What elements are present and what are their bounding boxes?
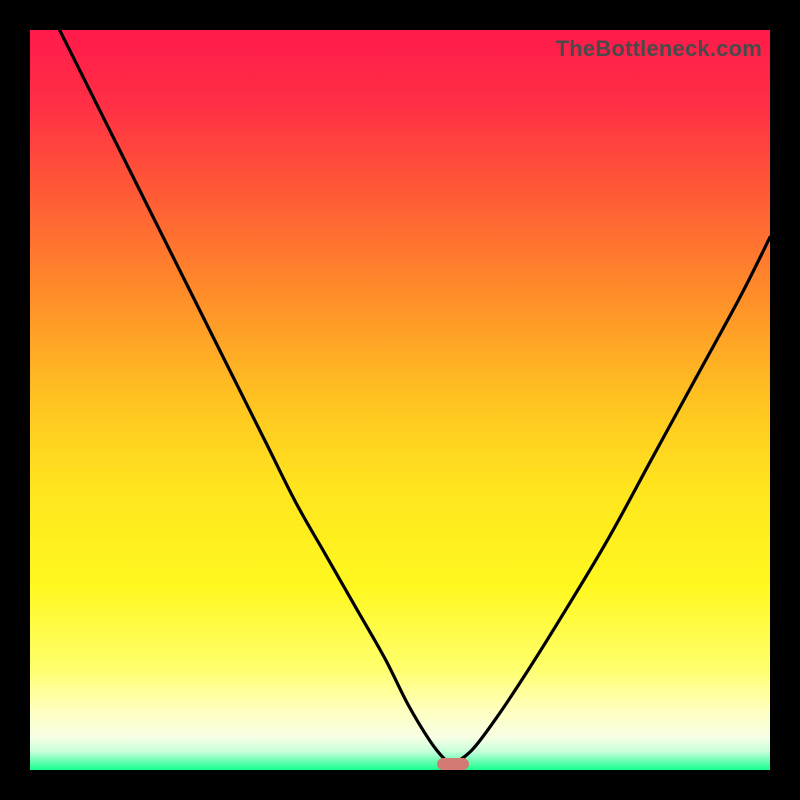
bottleneck-curve [30, 30, 770, 770]
optimal-marker [437, 758, 469, 770]
chart-frame: TheBottleneck.com [0, 0, 800, 800]
plot-area: TheBottleneck.com [30, 30, 770, 770]
